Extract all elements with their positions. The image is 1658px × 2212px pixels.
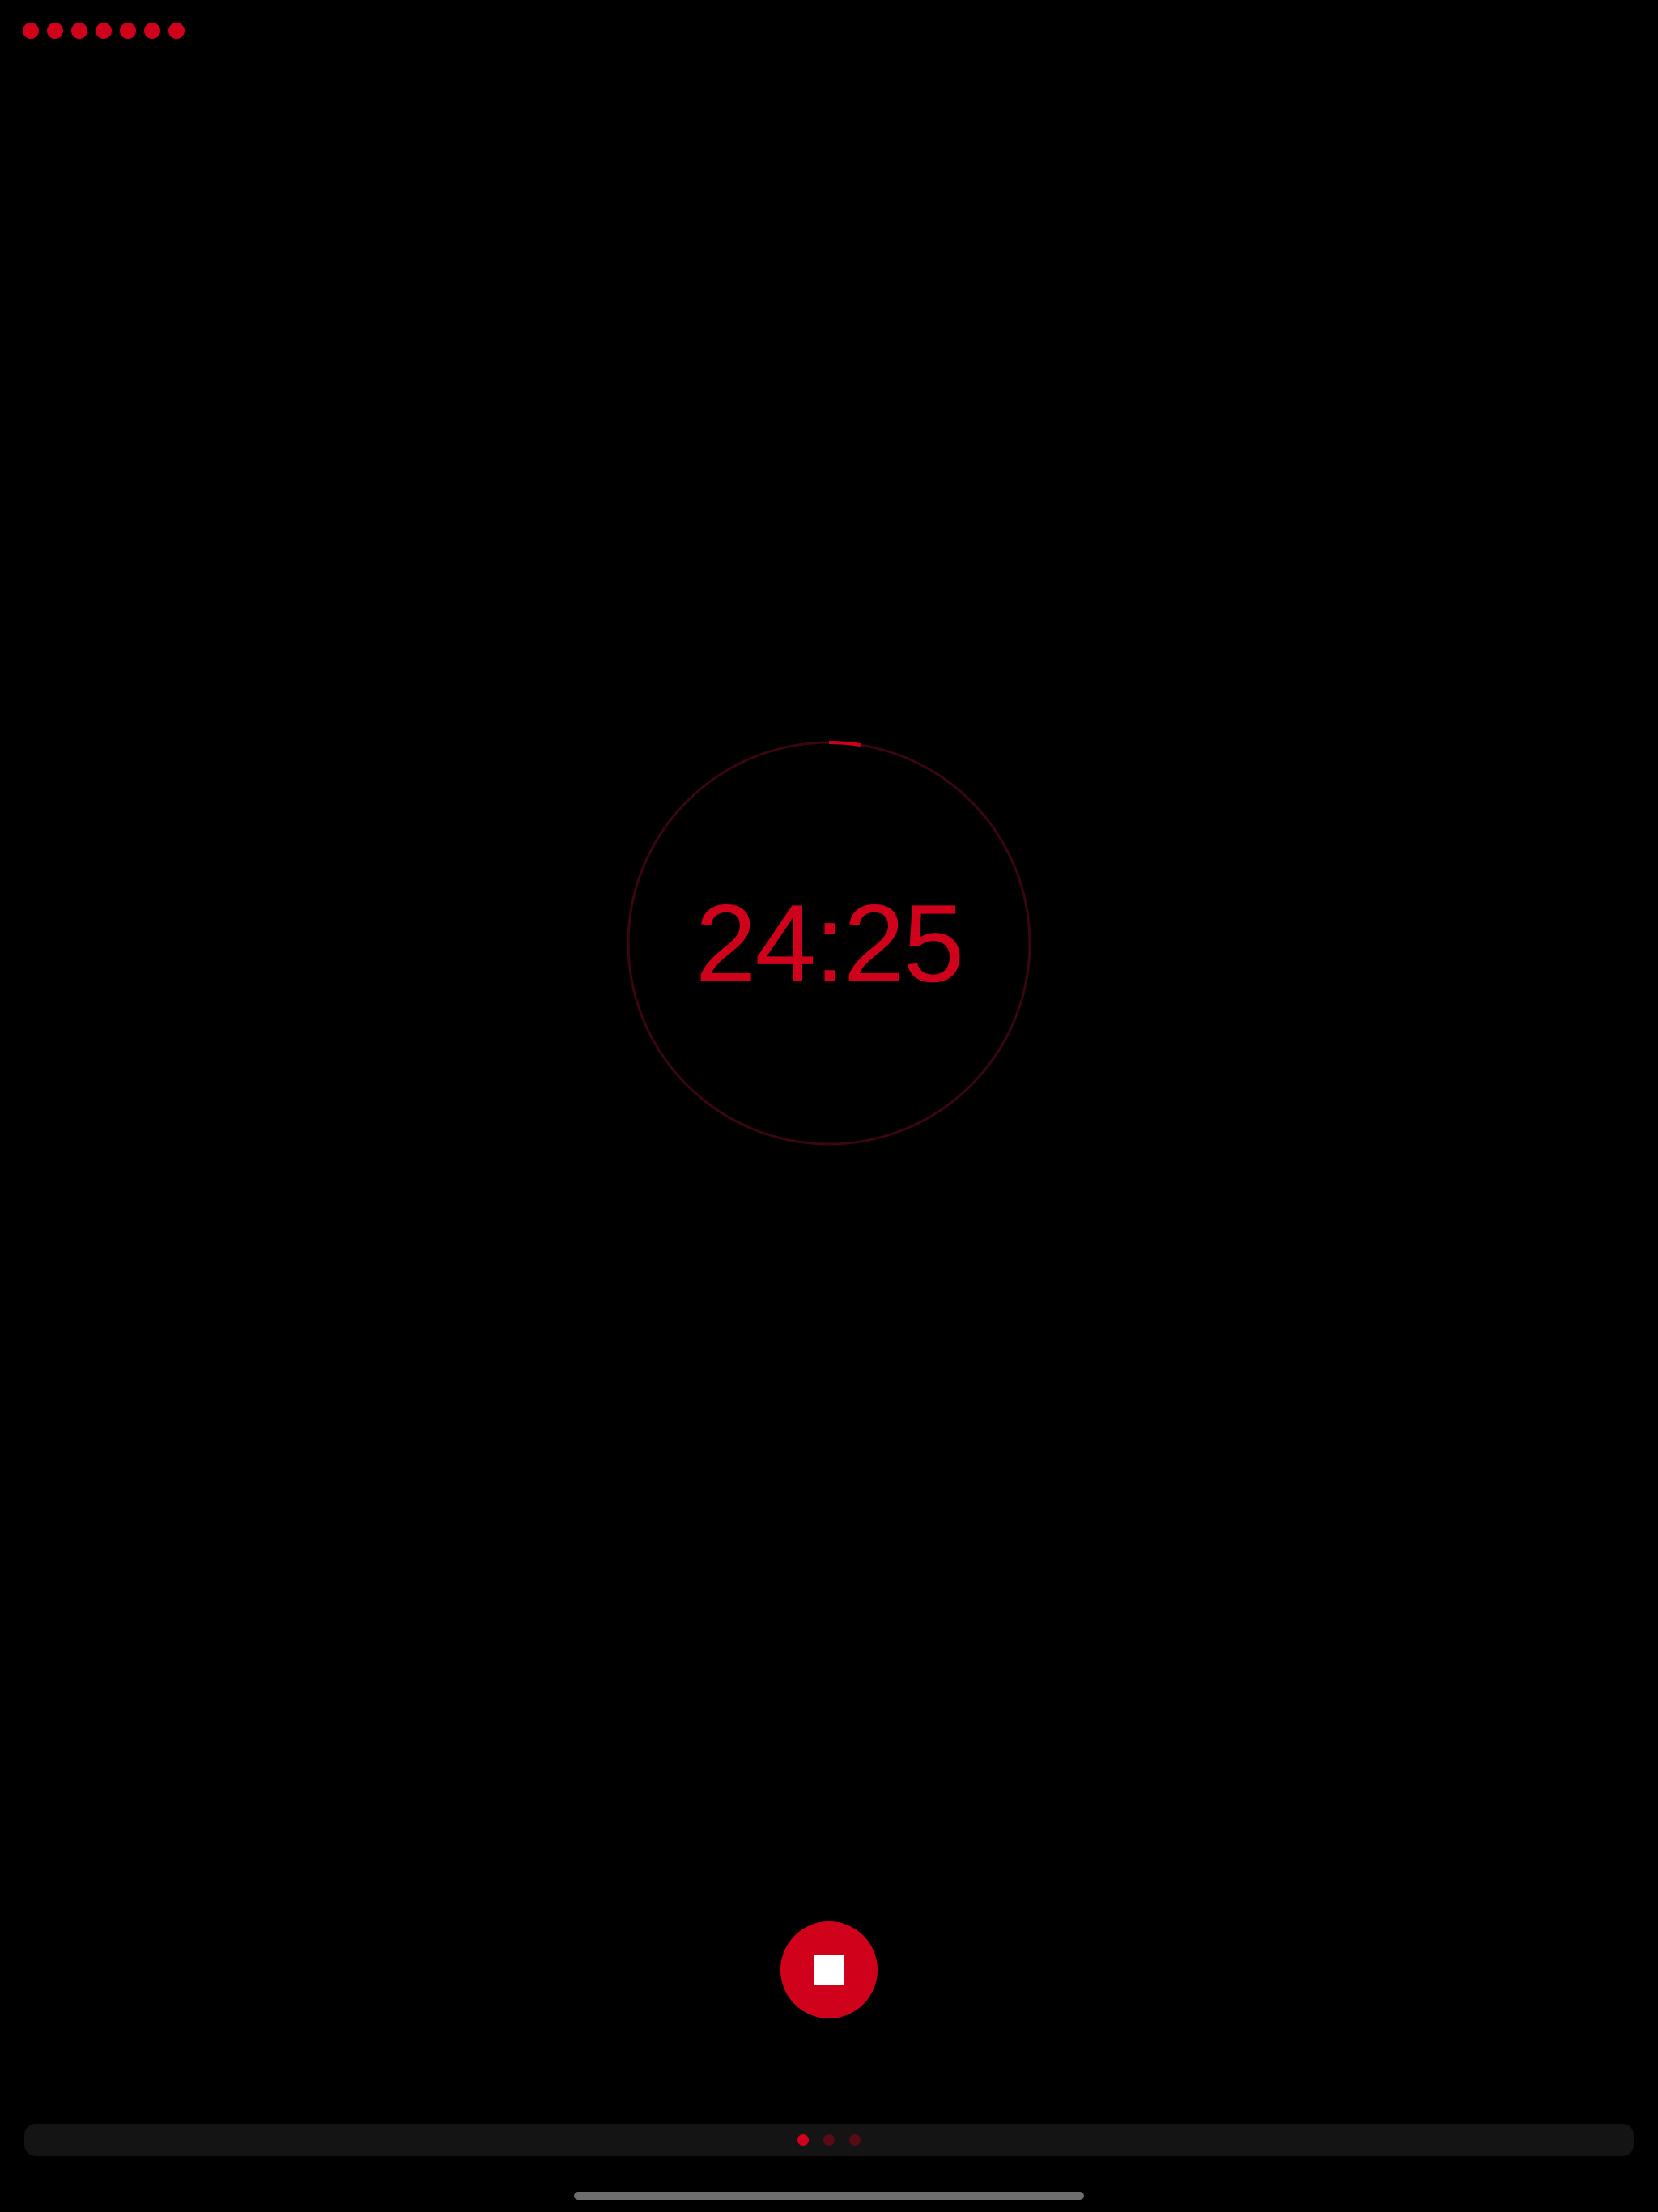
session-dot: [47, 23, 63, 39]
page-dot-2[interactable]: [823, 2134, 835, 2146]
timer: 24:25: [627, 741, 1031, 1146]
home-indicator[interactable]: [574, 2192, 1084, 2200]
session-dot: [71, 23, 87, 39]
session-dot: [168, 23, 185, 39]
session-dots: [23, 23, 185, 39]
session-dot: [120, 23, 136, 39]
bottom-bar: [24, 2124, 1634, 2156]
session-dot: [144, 23, 160, 39]
session-dot: [96, 23, 112, 39]
session-dot: [23, 23, 39, 39]
timer-display: 24:25: [695, 882, 964, 1005]
stop-icon: [814, 1955, 844, 1985]
page-dot-1[interactable]: [797, 2134, 809, 2146]
stop-button[interactable]: [780, 1921, 878, 2018]
page-dot-3[interactable]: [849, 2134, 861, 2146]
